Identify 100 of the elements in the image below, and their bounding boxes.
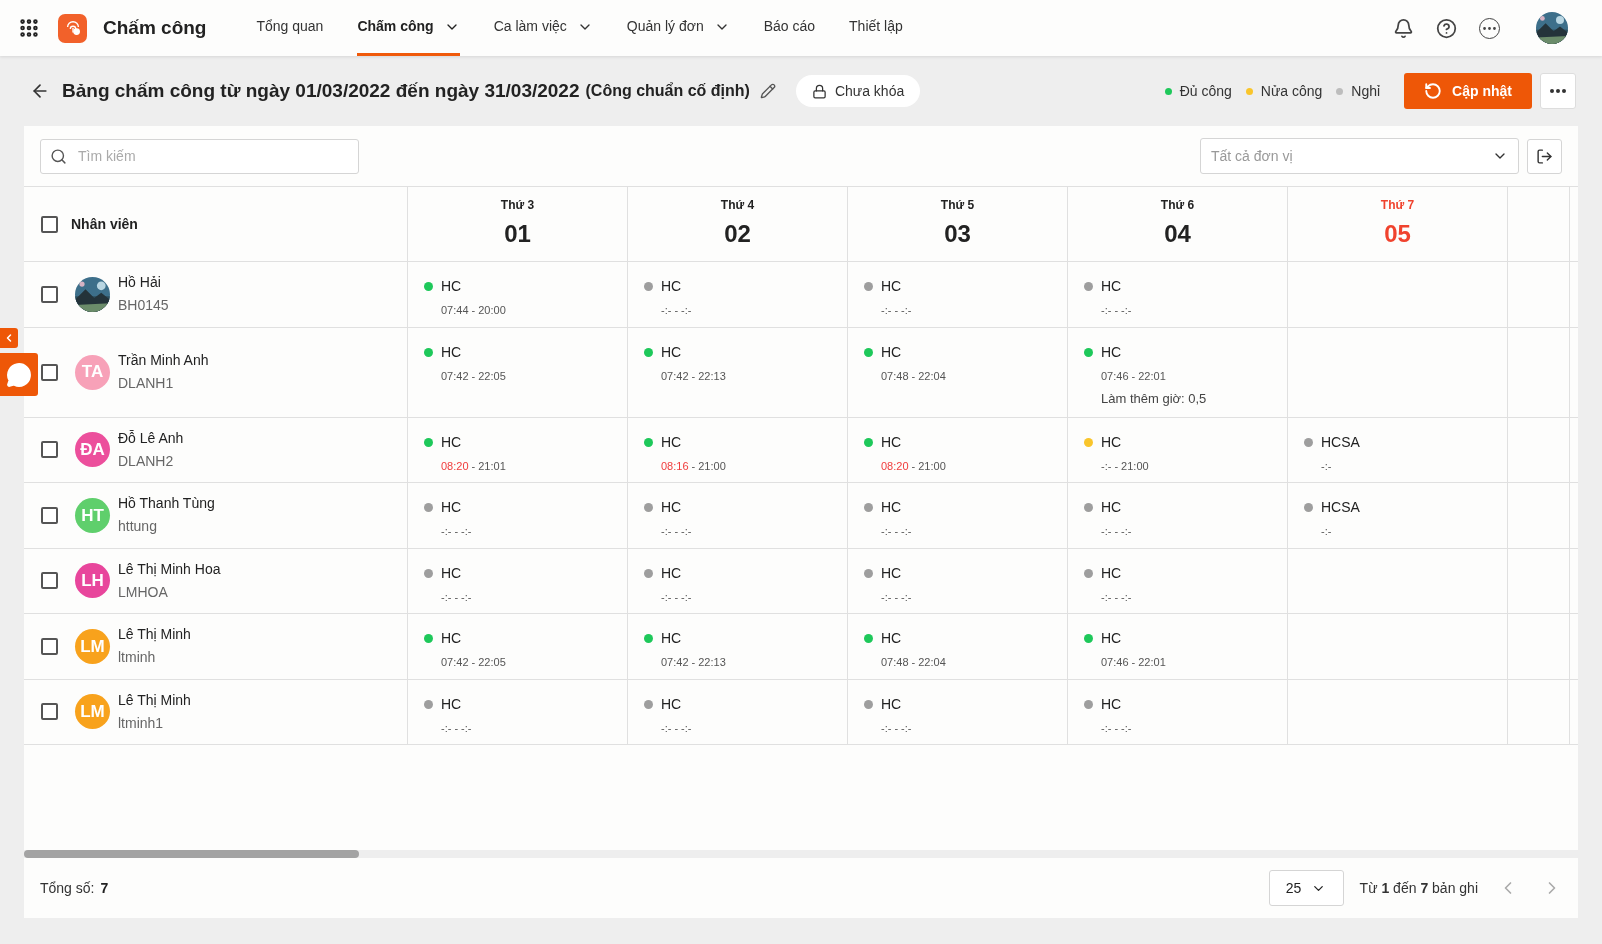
check-time: - 21:00: [691, 458, 726, 474]
check-time: -:-: [441, 720, 452, 736]
chat-button[interactable]: [0, 353, 38, 396]
checkbox[interactable]: [41, 637, 58, 655]
shift-code: HC: [881, 694, 902, 714]
check-time: - -:-: [1114, 303, 1132, 318]
nav-tab[interactable]: Ca làm việc: [493, 0, 593, 56]
check-time: 07:46: [1101, 368, 1129, 384]
page-subtitle: (Công chuẩn cố định): [585, 81, 750, 101]
check-time: - -:-: [1114, 524, 1132, 539]
check-time: - -:-: [894, 589, 912, 605]
employee-name: Lê Thị Minh Hoa: [118, 559, 221, 579]
shift-code: HC: [881, 498, 902, 517]
employee-code: BH0145: [118, 296, 169, 316]
weekday-label: Thứ 6: [1160, 197, 1195, 214]
page-title: Bảng chấm công từ ngày 01/03/2022 đến ngày 31/03/2022: [62, 78, 580, 103]
check-time: 07:42: [661, 368, 689, 384]
nav-tab[interactable]: Thiết lập: [849, 0, 903, 56]
help-icon[interactable]: [1436, 17, 1457, 39]
check-time: - -:-: [1114, 720, 1132, 736]
employee-code: DLANH1: [118, 374, 175, 393]
check-time: -:-: [1101, 524, 1112, 539]
apps-grid-icon[interactable]: [18, 17, 40, 39]
nav-tab[interactable]: Tổng quan: [256, 0, 324, 56]
checkbox[interactable]: [41, 572, 58, 590]
shift-code: HC: [881, 629, 902, 648]
shift-code: HC: [1101, 563, 1122, 583]
employee-name: Hồ Thanh Tùng: [118, 494, 215, 514]
collapse-tab[interactable]: [0, 328, 18, 348]
weekday-label: Thứ 7: [1380, 197, 1415, 214]
shift-code: HC: [661, 563, 682, 583]
check-time: -:-: [661, 303, 672, 318]
nav-tab[interactable]: Chấm công: [357, 0, 460, 56]
check-time: 07:44: [441, 303, 469, 318]
check-time: 07:48: [881, 368, 909, 384]
lock-status-button[interactable]: Chưa khóa: [795, 75, 921, 107]
check-time: -:-: [441, 524, 452, 539]
shift-code: HC: [441, 563, 462, 583]
check-time: 07:42: [441, 368, 469, 384]
day-number: 05: [1384, 219, 1411, 249]
checkbox[interactable]: [41, 506, 58, 524]
scrollbar-thumb[interactable]: [24, 850, 359, 858]
shift-code: HC: [661, 342, 682, 362]
search-field[interactable]: Tìm kiếm: [40, 138, 359, 174]
check-time: 07:42: [661, 655, 689, 670]
check-time: - 22:01: [1131, 655, 1166, 670]
shift-code: HC: [1101, 694, 1122, 714]
shift-code: HCSA: [1321, 432, 1360, 452]
weekday-label: Thứ 5: [940, 197, 975, 214]
check-time: - 22:01: [1131, 368, 1166, 384]
update-button[interactable]: Cập nhật: [1404, 73, 1532, 109]
checkbox[interactable]: [41, 441, 58, 459]
checkbox[interactable]: [41, 215, 58, 233]
page-size-select[interactable]: 25: [1268, 870, 1344, 906]
total-count: 7: [100, 878, 109, 898]
avatar-initials: LM: [75, 694, 110, 730]
check-time: - -:-: [674, 303, 692, 318]
shift-code: HC: [1101, 498, 1122, 517]
export-button[interactable]: [1527, 138, 1562, 174]
day-number: 04: [1164, 219, 1191, 249]
check-time: - 22:04: [911, 655, 946, 670]
notification-bell-icon[interactable]: [1393, 17, 1414, 39]
nav-tab[interactable]: Quản lý đơn: [626, 0, 730, 56]
check-time: - -:-: [454, 589, 472, 605]
nav-tab[interactable]: Báo cáo: [763, 0, 816, 56]
avatar-initials: LM: [75, 628, 110, 664]
employee-code: ltminh1: [118, 713, 165, 733]
checkbox[interactable]: [41, 363, 58, 381]
weekday-label: Thứ 3: [500, 197, 535, 214]
checkbox[interactable]: [41, 703, 58, 721]
day-number: 01: [504, 219, 531, 249]
shift-code: HC: [441, 694, 462, 714]
overtime-note: Làm thêm giờ: 0,5: [1100, 390, 1208, 408]
employee-code: LMHOA: [118, 582, 169, 602]
check-time: - -:-: [674, 524, 692, 539]
employee-name: Trần Minh Anh: [118, 351, 209, 370]
shift-code: HC: [1101, 629, 1122, 648]
check-time: - 22:05: [471, 368, 506, 384]
check-time: - 22:05: [471, 655, 506, 670]
legend-label: Nghỉ: [1351, 81, 1381, 101]
shift-code: HC: [881, 342, 902, 362]
check-time: - -:-: [894, 524, 912, 539]
export-icon: [1536, 147, 1553, 165]
more-button[interactable]: [1540, 73, 1576, 109]
checkbox[interactable]: [41, 285, 58, 303]
app-logo-icon[interactable]: [58, 13, 87, 43]
check-time: - 22:04: [911, 368, 946, 384]
check-time: -:-: [1321, 458, 1332, 474]
check-time: -:-: [661, 524, 672, 539]
horizontal-scrollbar[interactable]: [24, 850, 1578, 858]
check-time: -:-: [881, 589, 892, 605]
shift-code: HC: [441, 432, 462, 452]
check-time: - 21:00: [1114, 458, 1149, 474]
shift-code: HC: [661, 277, 682, 296]
shift-code: HC: [881, 563, 902, 583]
avatar-initials: ĐA: [75, 432, 110, 468]
check-time: -:-: [1101, 589, 1112, 605]
chat-icon: [6, 361, 32, 388]
shift-code: HC: [441, 342, 462, 362]
edit-pencil-icon[interactable]: [759, 83, 776, 99]
